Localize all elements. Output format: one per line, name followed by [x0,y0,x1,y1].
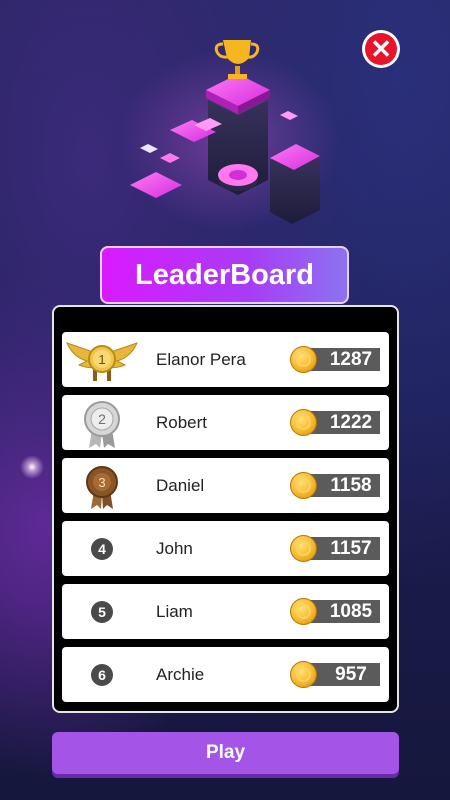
player-name: Robert [156,413,208,432]
coin-icon [290,535,317,562]
score: 1287 [290,346,380,373]
player-name: John [156,539,193,558]
leaderboard-screen: ✕ LeaderBoard 1 Elanor Pera 1287 2 Rober… [0,0,450,800]
coin-icon [290,346,317,373]
score: 957 [290,661,380,688]
page-title: LeaderBoard [100,246,349,304]
close-icon: ✕ [365,33,397,65]
player-name: Daniel [156,476,205,495]
leaderboard-panel: 1 Elanor Pera 1287 2 Robert 1222 3 Danie… [52,305,399,713]
rank-number: 5 [91,600,113,623]
rank-number: 2 [98,411,106,427]
close-button[interactable]: ✕ [362,30,400,68]
rank-number: 3 [98,475,105,490]
score: 1157 [290,535,380,562]
rank-number: 4 [91,537,113,560]
score: 1085 [290,598,380,625]
rank-number: 6 [91,663,113,686]
rank-number: 1 [98,352,105,367]
play-button[interactable]: Play [52,732,399,774]
gold-winged-medal-icon: 1 [62,332,142,387]
coin-icon [290,409,317,436]
leaderboard-row: 3 Daniel 1158 [62,458,389,513]
leaderboard-row: 5 Liam 1085 [62,584,389,639]
player-name: Archie [156,665,205,684]
leaderboard-row: 2 Robert 1222 [62,395,389,450]
player-name: Liam [156,602,193,621]
bronze-medal-icon: 3 [62,458,142,513]
score: 1158 [290,472,380,499]
leaderboard-row: 4 John 1157 [62,521,389,576]
coin-icon [290,661,317,688]
silver-medal-icon: 2 [62,395,142,450]
coin-icon [290,598,317,625]
trophy-illustration [120,40,340,230]
score: 1222 [290,409,380,436]
coin-icon [290,472,317,499]
player-name: Elanor Pera [156,350,246,369]
leaderboard-row: 1 Elanor Pera 1287 [62,332,389,387]
leaderboard-row: 6 Archie 957 [62,647,389,702]
light-flare [20,455,44,479]
